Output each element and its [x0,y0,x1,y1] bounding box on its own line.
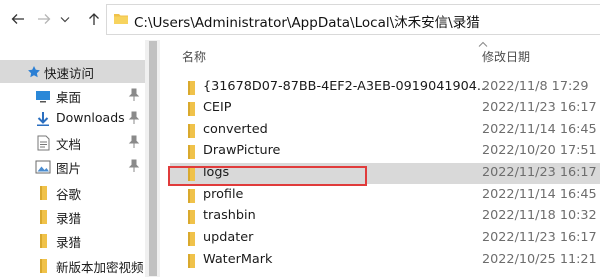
star-icon [26,64,42,80]
nav-pane-scrollbar[interactable] [145,40,160,277]
nav-item-folder[interactable]: 录猎 [0,229,145,252]
nav-item-label: Downloads [56,110,125,125]
file-modified-date: 2022/11/18 10:32 [482,208,597,223]
file-name: trashbin [203,208,256,223]
file-row[interactable]: updater 2022/11/23 16:17 [170,228,600,249]
pin-icon[interactable] [128,135,140,152]
desktop-icon [35,88,51,104]
file-modified-date: 2022/11/14 16:45 [482,187,597,202]
navigation-pane: 快速访问 桌面 Downloads 文档 图片 谷歌 录猎 录猎 新版本加密视频 [0,40,160,277]
picture-icon [35,159,51,175]
document-icon [35,135,51,151]
file-row[interactable]: CEIP 2022/11/23 16:17 [170,98,600,119]
file-modified-date: 2022/11/14 16:45 [482,122,597,137]
sort-ascending-icon [478,41,488,47]
nav-item-label: 录猎 [56,235,82,250]
folder-icon [35,185,51,201]
file-row[interactable]: trashbin 2022/11/18 10:32 [170,206,600,227]
back-button[interactable] [6,7,30,31]
chevron-down-icon [60,17,70,23]
file-modified-date: 2022/11/23 16:17 [482,100,597,115]
recent-locations-button[interactable] [56,7,74,31]
folder-icon [184,124,198,141]
folder-icon [113,11,129,30]
arrow-right-icon [38,14,51,24]
folder-icon [184,210,198,227]
folder-icon [184,254,198,271]
file-list: 名称 修改日期 {31678D07-87BB-4EF2-A3EB-0919041… [160,40,600,277]
folder-icon [184,189,198,206]
nav-item-documents[interactable]: 文档 [0,131,145,154]
column-header-modified[interactable]: 修改日期 [482,48,530,65]
address-path[interactable]: C:\Users\Administrator\AppData\Local\沐禾安… [134,11,480,31]
nav-item-label: 桌面 [56,90,82,105]
file-row[interactable]: profile 2022/11/14 16:45 [170,185,600,206]
file-name: CEIP [203,100,232,115]
arrow-up-icon [89,13,99,25]
annotation-highlight-box [168,166,367,186]
pin-icon[interactable] [128,159,140,176]
folder-icon [35,209,51,225]
file-name: updater [203,230,254,245]
pin-icon[interactable] [128,111,140,128]
file-modified-date: 2022/11/23 16:17 [482,165,597,180]
file-modified-date: 2022/10/25 11:21 [482,252,597,267]
forward-button[interactable] [32,7,56,31]
nav-item-pictures[interactable]: 图片 [0,155,145,178]
nav-item-downloads[interactable]: Downloads [0,107,145,130]
file-modified-date: 2022/10/20 17:51 [482,143,597,158]
folder-icon [184,81,198,98]
nav-item-folder[interactable]: 录猎 [0,205,145,228]
file-row[interactable]: {31678D07-87BB-4EF2-A3EB-0919041904... 2… [170,77,600,98]
nav-item-label: 文档 [56,137,82,152]
address-toolbar: C:\Users\Administrator\AppData\Local\沐禾安… [0,0,600,40]
nav-item-google[interactable]: 谷歌 [0,181,145,204]
file-row[interactable]: WaterMark 2022/10/25 11:21 [170,250,600,271]
nav-item-desktop[interactable]: 桌面 [0,84,145,107]
file-row[interactable]: converted 2022/11/14 16:45 [170,120,600,141]
nav-item-label: 快速访问 [44,66,95,81]
nav-item-label: 新版本加密视频 [56,260,144,275]
folder-icon [184,102,198,119]
arrow-left-icon [11,14,24,24]
file-name: DrawPicture [203,143,281,158]
nav-item-label: 录猎 [56,211,82,226]
folder-icon [184,145,198,162]
up-button[interactable] [82,7,106,31]
nav-item-quick-access[interactable]: 快速访问 [0,60,145,83]
folder-icon [35,258,51,274]
column-header-name[interactable]: 名称 [182,48,206,65]
nav-item-label: 图片 [56,161,82,176]
nav-item-encrypted-videos[interactable]: 新版本加密视频 [0,254,145,277]
folder-icon [35,233,51,249]
file-row[interactable]: DrawPicture 2022/10/20 17:51 [170,141,600,162]
file-modified-date: 2022/11/8 17:29 [482,79,589,94]
address-bar[interactable]: C:\Users\Administrator\AppData\Local\沐禾安… [106,4,600,35]
download-icon [35,111,51,127]
file-name: WaterMark [203,252,273,267]
folder-icon [184,232,198,249]
file-name: profile [203,187,244,202]
file-modified-date: 2022/11/23 16:17 [482,230,597,245]
pin-icon[interactable] [128,88,140,105]
nav-item-label: 谷歌 [56,187,82,202]
file-name: converted [203,122,268,137]
scrollbar-thumb[interactable] [149,41,157,276]
file-name: {31678D07-87BB-4EF2-A3EB-0919041904... [203,79,490,94]
